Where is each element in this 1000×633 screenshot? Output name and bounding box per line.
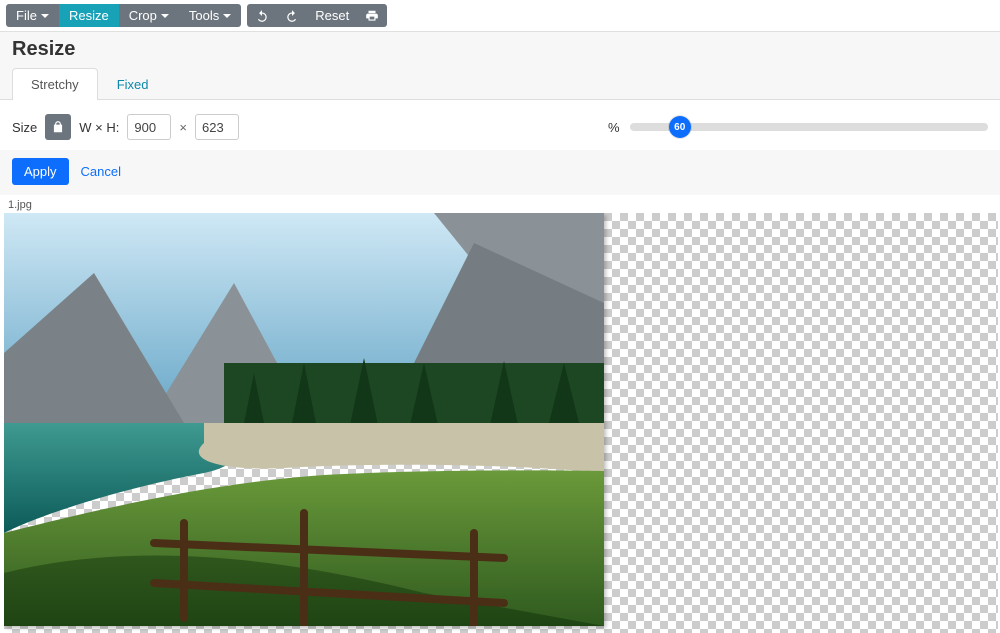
landscape-image-icon [4,213,604,626]
menu-resize[interactable]: Resize [59,4,119,27]
tab-stretchy[interactable]: Stretchy [12,68,98,100]
caret-icon [161,14,169,18]
menu-crop[interactable]: Crop [119,4,179,27]
resize-tabs: Stretchy Fixed [0,67,1000,100]
cancel-button[interactable]: Cancel [77,158,125,185]
caret-icon [223,14,231,18]
caret-icon [41,14,49,18]
slider-thumb[interactable]: 60 [669,116,691,138]
filename-label: 1.jpg [0,195,1000,213]
menu-file[interactable]: File [6,4,59,27]
width-input[interactable] [127,114,171,140]
print-icon [365,9,379,23]
tab-stretchy-label: Stretchy [31,77,79,92]
menubar: File Resize Crop Tools Reset [0,0,1000,31]
redo-button[interactable] [277,4,307,27]
resize-panel: Resize Stretchy Fixed Size W × H: × % 60 [0,31,1000,195]
action-row: Apply Cancel [12,150,988,185]
size-label: Size [12,120,37,135]
height-input[interactable] [195,114,239,140]
percent-symbol: % [608,120,620,135]
slider-value: 60 [674,122,685,133]
apply-label: Apply [24,164,57,179]
menu-tools-label: Tools [189,8,219,23]
percent-slider-wrap: % 60 [608,120,988,135]
size-controls: Size W × H: × % 60 [0,100,1000,150]
percent-slider[interactable]: 60 [630,123,988,131]
reset-label: Reset [315,8,349,23]
print-button[interactable] [357,4,387,27]
multiply-symbol: × [179,120,187,135]
tab-fixed-label: Fixed [117,77,149,92]
redo-icon [285,9,299,23]
image-preview[interactable] [4,213,604,626]
undo-button[interactable] [247,4,277,27]
menu-crop-label: Crop [129,8,157,23]
menu-resize-label: Resize [69,8,109,23]
apply-button[interactable]: Apply [12,158,69,185]
undo-icon [255,9,269,23]
reset-button[interactable]: Reset [307,4,357,27]
menu-group-main: File Resize Crop Tools [6,4,241,27]
lock-aspect-button[interactable] [45,114,71,140]
cancel-label: Cancel [81,164,121,179]
menu-group-history: Reset [247,4,387,27]
wh-label: W × H: [79,120,119,135]
panel-title: Resize [12,38,988,61]
tab-fixed[interactable]: Fixed [98,68,168,100]
menu-file-label: File [16,8,37,23]
lock-icon [51,120,65,134]
canvas-area[interactable] [4,213,998,633]
menu-tools[interactable]: Tools [179,4,241,27]
